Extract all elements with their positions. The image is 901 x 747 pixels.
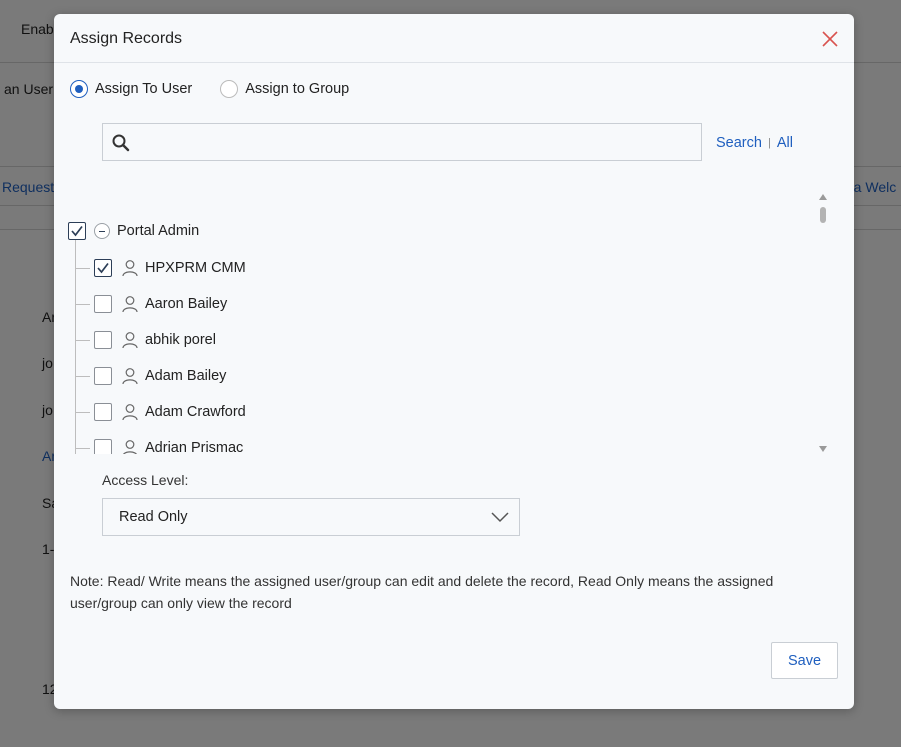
search-box bbox=[102, 123, 702, 161]
user-checkbox[interactable] bbox=[94, 403, 112, 421]
search-icon bbox=[112, 134, 130, 152]
assign-type-radio-group: Assign To User Assign to Group bbox=[70, 80, 377, 98]
scroll-down-arrow-icon[interactable] bbox=[819, 446, 827, 452]
tree-item: abhik porel bbox=[76, 329, 216, 351]
radio-unselected-indicator[interactable] bbox=[220, 80, 239, 98]
tree-item-label: Adrian Prismac bbox=[145, 440, 244, 454]
tree-item: HPXPRM CMM bbox=[76, 257, 246, 279]
tree-connector bbox=[76, 303, 90, 305]
close-icon[interactable] bbox=[820, 29, 840, 49]
user-tree: Portal Admin HPXPRM CMM Aaron Bailey abh… bbox=[68, 192, 830, 454]
search-input[interactable] bbox=[139, 124, 695, 160]
tree-item-label: HPXPRM CMM bbox=[145, 260, 246, 276]
user-icon bbox=[122, 332, 138, 349]
assign-records-modal: Assign Records Assign To User Assign to … bbox=[54, 14, 854, 709]
tree-item: Aaron Bailey bbox=[76, 293, 227, 315]
tree-connector bbox=[76, 339, 90, 341]
search-link[interactable]: Search bbox=[716, 135, 762, 151]
radio-selected-indicator[interactable] bbox=[70, 80, 88, 98]
tree-connector bbox=[76, 447, 90, 449]
access-note: Note: Read/ Write means the assigned use… bbox=[70, 573, 774, 611]
search-links: Search | All bbox=[716, 135, 793, 151]
user-icon bbox=[122, 404, 138, 421]
tree-item: Adam Crawford bbox=[76, 401, 246, 423]
tree-item: Adam Bailey bbox=[76, 365, 226, 387]
checkmark-icon bbox=[71, 225, 83, 237]
access-level-label: Access Level: bbox=[102, 472, 189, 488]
user-icon bbox=[123, 440, 137, 454]
user-checkbox[interactable] bbox=[94, 439, 112, 454]
user-checkbox[interactable] bbox=[94, 295, 112, 313]
collapse-icon[interactable] bbox=[94, 223, 110, 239]
tree-item-label: Adam Crawford bbox=[145, 404, 246, 420]
user-icon bbox=[122, 368, 138, 385]
search-separator: | bbox=[767, 137, 771, 149]
tree-item-label: Adam Bailey bbox=[145, 368, 227, 384]
user-checkbox[interactable] bbox=[94, 331, 112, 349]
portal-admin-checkbox[interactable] bbox=[68, 222, 86, 240]
modal-title: Assign Records bbox=[70, 30, 183, 47]
assign-to-user-radio[interactable]: Assign To User bbox=[70, 80, 192, 98]
scroll-thumb[interactable] bbox=[820, 207, 826, 223]
tree-item-label: Aaron Bailey bbox=[145, 296, 228, 312]
tree-connector bbox=[76, 375, 90, 377]
user-checkbox[interactable] bbox=[94, 367, 112, 385]
tree-root-portal-admin: Portal Admin bbox=[68, 220, 199, 242]
assign-to-user-label: Assign To User bbox=[95, 81, 193, 97]
tree-item-label: abhik porel bbox=[145, 332, 216, 348]
chevron-down-icon bbox=[491, 512, 509, 523]
access-level-select[interactable]: Read Only bbox=[102, 498, 520, 536]
user-checkbox[interactable] bbox=[94, 259, 112, 277]
tree-root-label: Portal Admin bbox=[117, 223, 200, 239]
save-button[interactable]: Save bbox=[771, 642, 838, 679]
access-level-value: Read Only bbox=[119, 509, 188, 525]
tree-item: Adrian Prismac bbox=[76, 437, 243, 454]
all-link[interactable]: All bbox=[777, 135, 793, 151]
modal-header: Assign Records bbox=[54, 14, 854, 63]
tree-connector bbox=[76, 267, 90, 269]
tree-scrollbar[interactable] bbox=[817, 194, 829, 452]
assign-to-group-label: Assign to Group bbox=[245, 81, 350, 97]
scroll-up-arrow-icon[interactable] bbox=[819, 194, 827, 200]
assign-to-group-radio[interactable]: Assign to Group bbox=[220, 80, 349, 98]
user-icon bbox=[122, 260, 138, 277]
user-icon bbox=[122, 296, 138, 313]
tree-connector bbox=[76, 411, 90, 413]
checkmark-icon bbox=[97, 262, 109, 274]
